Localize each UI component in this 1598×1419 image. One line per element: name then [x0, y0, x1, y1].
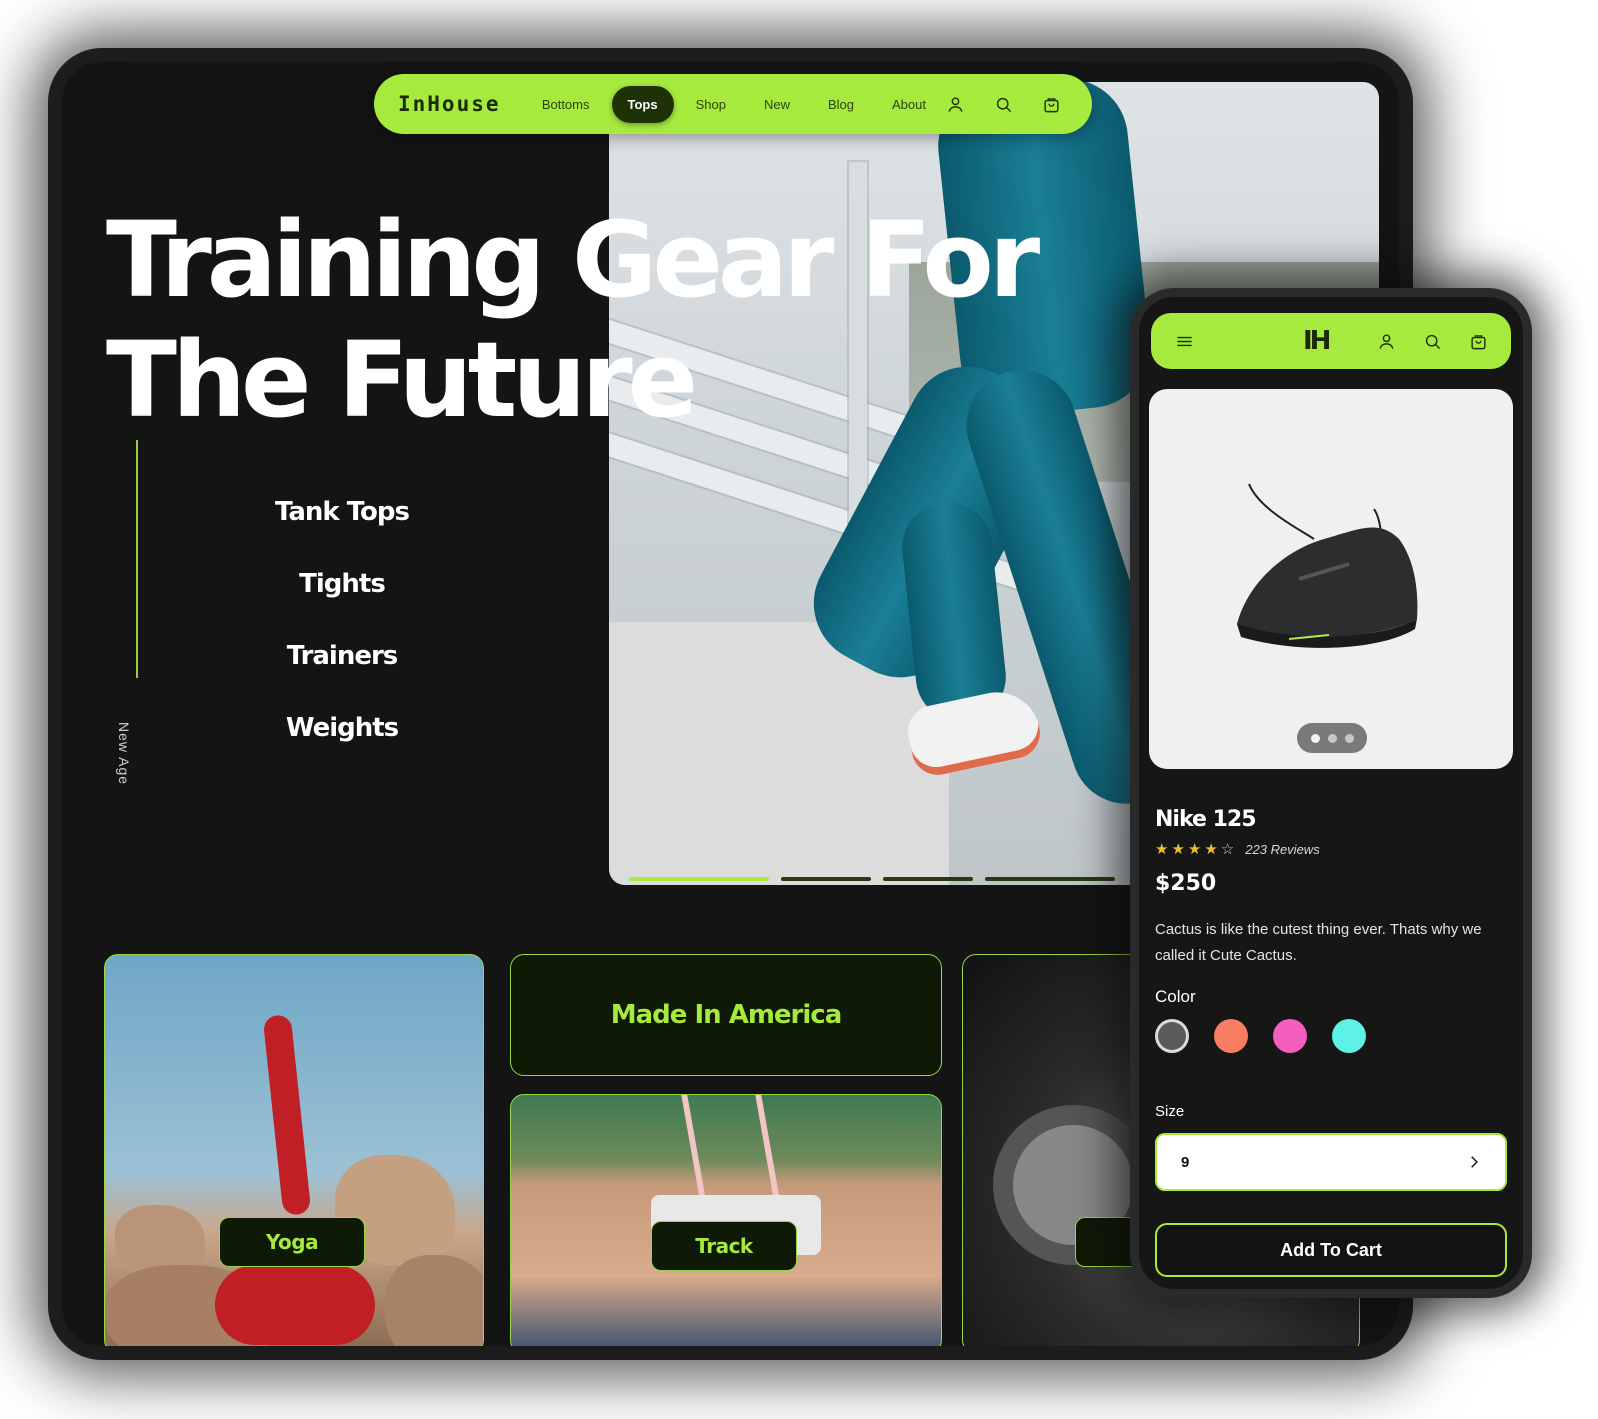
carousel-dot[interactable] — [1327, 733, 1337, 743]
product-name: Nike 125 — [1155, 807, 1256, 832]
progress-segment-active — [629, 877, 769, 881]
carousel-dots — [1297, 723, 1367, 753]
hamburger-icon[interactable] — [1171, 328, 1197, 354]
nav-icons — [942, 91, 1068, 117]
brand-logo[interactable]: InHouse — [398, 92, 526, 116]
category-tights[interactable]: Tights — [232, 569, 452, 641]
size-select[interactable]: 9 — [1155, 1133, 1507, 1191]
nav-link-shop[interactable]: Shop — [680, 86, 742, 123]
category-list: Tank Tops Tights Trainers Weights — [232, 497, 452, 785]
nav-link-about[interactable]: About — [876, 86, 942, 123]
nav-link-bottoms[interactable]: Bottoms — [526, 86, 606, 123]
sports-bra-strap — [681, 1095, 781, 1205]
color-swatches — [1155, 1019, 1366, 1053]
star-outline-icon: ☆ — [1220, 841, 1235, 858]
color-swatch-coral[interactable] — [1214, 1019, 1248, 1053]
color-swatch-cyan[interactable] — [1332, 1019, 1366, 1053]
cart-icon[interactable] — [1038, 91, 1064, 117]
category-trainers[interactable]: Trainers — [232, 641, 452, 713]
progress-segment — [985, 877, 1115, 881]
hero-progress — [629, 877, 1115, 881]
product-price: $250 — [1155, 871, 1217, 896]
mobile-nav: IH — [1151, 313, 1511, 369]
card-yoga[interactable]: Yoga — [104, 954, 484, 1346]
track-label[interactable]: Track — [651, 1221, 797, 1271]
color-swatch-gray[interactable] — [1155, 1019, 1189, 1053]
cart-icon[interactable] — [1465, 328, 1491, 354]
side-label: New Age — [116, 722, 132, 786]
progress-segment — [883, 877, 973, 881]
mobile-logo[interactable]: IH — [1303, 326, 1331, 356]
rating: ★ ★ ★ ★ ☆ 223 Reviews — [1155, 840, 1320, 858]
hero-headline: Training Gear For The Future — [106, 200, 1166, 440]
progress-segment — [781, 877, 871, 881]
star-icon: ★ — [1204, 841, 1218, 858]
add-to-cart-button[interactable]: Add To Cart — [1155, 1223, 1507, 1277]
mobile-nav-icons — [1373, 328, 1491, 354]
search-icon[interactable] — [1419, 328, 1445, 354]
product-description: Cactus is like the cutest thing ever. Th… — [1155, 921, 1482, 964]
star-icon: ★ — [1187, 841, 1202, 858]
carousel-dot[interactable] — [1344, 733, 1354, 743]
color-swatch-pink[interactable] — [1273, 1019, 1307, 1053]
nav-link-tops[interactable]: Tops — [611, 85, 674, 123]
yoga-leg — [262, 1014, 312, 1216]
headline-line-2: The Future — [106, 319, 698, 441]
user-icon[interactable] — [1373, 328, 1399, 354]
product-image[interactable] — [1149, 389, 1513, 769]
color-label: Color — [1155, 987, 1196, 1006]
yoga-label[interactable]: Yoga — [219, 1217, 365, 1267]
card-track[interactable]: Track — [510, 1094, 942, 1346]
side-divider — [136, 440, 138, 678]
user-icon[interactable] — [942, 91, 968, 117]
headline-line-1: Training Gear For — [106, 199, 1040, 321]
mobile-phone: IH Nike 125 ★ ★ ★ ★ ☆ 223 Reviews $250 C… — [1130, 288, 1532, 1298]
category-weights[interactable]: Weights — [232, 713, 452, 785]
star-icon: ★ — [1155, 841, 1169, 858]
yoga-body — [215, 1265, 375, 1345]
nav-links: Bottoms Tops Shop New Blog About — [526, 85, 942, 123]
sneaker-image — [1237, 483, 1418, 648]
nav-link-new[interactable]: New — [748, 86, 806, 123]
rock — [385, 1255, 483, 1346]
category-tank-tops[interactable]: Tank Tops — [232, 497, 452, 569]
chevron-right-icon — [1471, 1156, 1478, 1168]
search-icon[interactable] — [990, 91, 1016, 117]
carousel-dot[interactable] — [1310, 733, 1320, 743]
card-made-in-america[interactable]: Made In America — [510, 954, 942, 1076]
america-text: Made In America — [610, 1000, 842, 1030]
nav-link-blog[interactable]: Blog — [812, 86, 870, 123]
review-count[interactable]: 223 Reviews — [1245, 842, 1319, 857]
star-icon: ★ — [1171, 841, 1185, 858]
size-label: Size — [1155, 1103, 1185, 1120]
size-value: 9 — [1181, 1153, 1190, 1171]
top-nav: InHouse Bottoms Tops Shop New Blog About — [374, 74, 1092, 134]
